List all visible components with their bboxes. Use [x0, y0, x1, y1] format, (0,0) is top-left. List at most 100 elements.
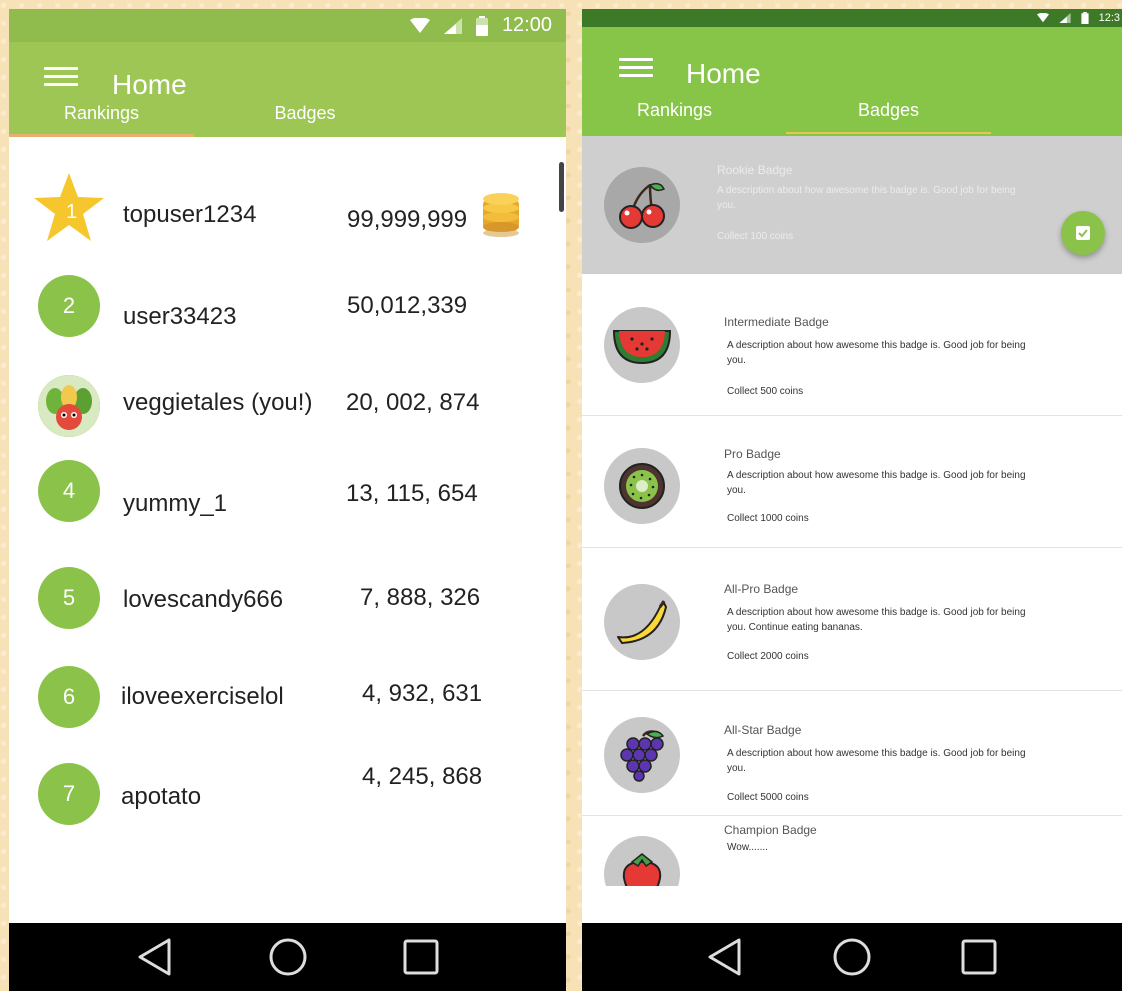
- avatar: [38, 375, 100, 437]
- status-time: 12:00: [501, 14, 552, 36]
- badge-requirement: Collect 1000 coins: [727, 513, 809, 524]
- rankings-screen: 12:00 Home Rankings Badges 1 topuser1234…: [9, 9, 566, 991]
- list-item[interactable]: All-Star Badge A description about how a…: [582, 691, 1122, 816]
- home-icon[interactable]: [268, 937, 308, 977]
- tab-bar: Rankings Badges: [582, 96, 1122, 136]
- list-item[interactable]: veggietales (you!) 20, 002, 874: [9, 375, 566, 455]
- badge-icon-circle: [604, 836, 680, 886]
- app-bar: Home Rankings Badges: [9, 42, 566, 137]
- tab-badges-label: Badges: [274, 103, 336, 123]
- badge-description: A description about how awesome this bad…: [727, 470, 1026, 496]
- rank-username: lovescandy666: [123, 586, 284, 613]
- badges-screen: 12:3 Home Rankings Badges Rookie Badge A…: [582, 9, 1122, 991]
- rank-score: 13, 115, 654: [346, 480, 478, 507]
- tab-badges-label: Badges: [857, 100, 920, 120]
- banana-icon: [617, 600, 667, 644]
- badge-description: A description about how awesome this bad…: [727, 748, 1026, 774]
- earned-check-button[interactable]: [1061, 211, 1105, 255]
- badge-requirement: Collect 5000 coins: [727, 792, 809, 803]
- rank-badge: 2: [38, 275, 100, 337]
- badge-name: Champion Badge: [724, 823, 817, 837]
- rank-score: 99,999,999: [347, 206, 468, 233]
- status-bar: 12:00: [9, 9, 566, 42]
- badge-requirement: Collect 500 coins: [727, 386, 804, 397]
- badge-icon-circle: [604, 717, 680, 793]
- list-item[interactable]: 2 user33423 50,012,339: [9, 275, 566, 355]
- rank-score: 7, 888, 326: [360, 584, 481, 611]
- checkbox-icon: [1076, 226, 1090, 240]
- badges-list[interactable]: Rookie Badge A description about how awe…: [582, 136, 1122, 886]
- badge-description: A description about how awesome this bad…: [727, 607, 1026, 633]
- rank-score: 4, 245, 868: [362, 763, 483, 790]
- list-item[interactable]: 6 iloveexerciselol 4, 932, 631: [9, 666, 566, 746]
- rank-badge: 4: [38, 460, 100, 522]
- coin-icon: [483, 193, 519, 237]
- list-item[interactable]: 5 lovescandy666 7, 888, 326: [9, 567, 566, 647]
- list-item[interactable]: 7 apotato 4, 245, 868: [9, 763, 566, 843]
- grapes-icon: [620, 730, 665, 782]
- list-item[interactable]: Champion Badge Wow.......: [582, 816, 1122, 886]
- rank-username: apotato: [121, 783, 202, 810]
- list-item[interactable]: 4 yummy_1 13, 115, 654: [9, 460, 566, 540]
- status-time: 12:3: [1098, 12, 1120, 24]
- back-icon[interactable]: [137, 938, 173, 976]
- recents-icon[interactable]: [961, 939, 997, 975]
- rank-badge: 7: [38, 763, 100, 825]
- badge-icon-circle: [604, 448, 680, 524]
- menu-icon[interactable]: [44, 67, 78, 87]
- watermelon-icon: [612, 330, 672, 365]
- tab-badges[interactable]: Badges: [194, 97, 416, 137]
- rank-username: iloveexerciselol: [121, 683, 284, 710]
- tab-rankings-label: Rankings: [63, 103, 140, 123]
- signal-icon: [443, 17, 462, 34]
- wifi-icon: [1036, 13, 1049, 23]
- rank-username: user33423: [123, 303, 237, 330]
- home-icon[interactable]: [832, 937, 872, 977]
- badge-name: All-Pro Badge: [724, 582, 799, 596]
- tab-rankings[interactable]: Rankings: [9, 97, 194, 137]
- app-bar: Home Rankings Badges: [582, 27, 1122, 136]
- signal-icon: [1058, 13, 1071, 23]
- page-title: Home: [686, 58, 761, 89]
- list-item[interactable]: Rookie Badge A description about how awe…: [582, 136, 1122, 274]
- badge-icon-circle: [604, 167, 680, 243]
- rank-score: 20, 002, 874: [346, 389, 480, 416]
- tab-rankings[interactable]: Rankings: [582, 96, 767, 136]
- badge-description: A description about how awesome this bad…: [727, 340, 1026, 366]
- badge-description: A description about how awesome this bad…: [717, 185, 1016, 211]
- rank-badge: 6: [38, 666, 100, 728]
- badge-name: Intermediate Badge: [724, 315, 829, 329]
- rank-number: 1: [66, 201, 78, 223]
- badge-icon-circle: [604, 307, 680, 383]
- rank-username: yummy_1: [123, 490, 228, 517]
- badge-name: Pro Badge: [724, 447, 781, 461]
- badge-description: Wow.......: [727, 842, 768, 853]
- rank-badge: 5: [38, 567, 100, 629]
- wifi-icon: [409, 17, 430, 33]
- strawberry-icon: [622, 853, 662, 886]
- rankings-list[interactable]: 1 topuser1234 99,999,999 2 user33423 50,…: [9, 137, 566, 891]
- tab-rankings-label: Rankings: [636, 100, 713, 120]
- recents-icon[interactable]: [403, 939, 439, 975]
- list-item[interactable]: Pro Badge A description about how awesom…: [582, 416, 1122, 548]
- status-bar: 12:3: [582, 9, 1122, 27]
- rank-username: topuser1234: [123, 201, 257, 228]
- badge-name: All-Star Badge: [724, 723, 802, 737]
- badge-requirement: Collect 100 coins: [717, 231, 794, 242]
- system-nav-bar: [582, 923, 1122, 991]
- badge-requirement: Collect 2000 coins: [727, 651, 809, 662]
- menu-icon[interactable]: [619, 58, 653, 78]
- list-item[interactable]: Intermediate Badge A description about h…: [582, 274, 1122, 416]
- rank-score: 50,012,339: [347, 292, 468, 319]
- tab-bar: Rankings Badges: [9, 97, 566, 137]
- rank-username: veggietales (you!): [123, 389, 313, 416]
- badge-icon-circle: [604, 584, 680, 660]
- tab-badges[interactable]: Badges: [786, 96, 991, 136]
- battery-icon: [475, 15, 488, 36]
- cherry-icon: [619, 182, 666, 229]
- badge-name: Rookie Badge: [717, 163, 793, 177]
- tab-indicator: [786, 132, 991, 134]
- list-item[interactable]: All-Pro Badge A description about how aw…: [582, 548, 1122, 691]
- battery-icon: [1080, 12, 1089, 24]
- back-icon[interactable]: [707, 938, 743, 976]
